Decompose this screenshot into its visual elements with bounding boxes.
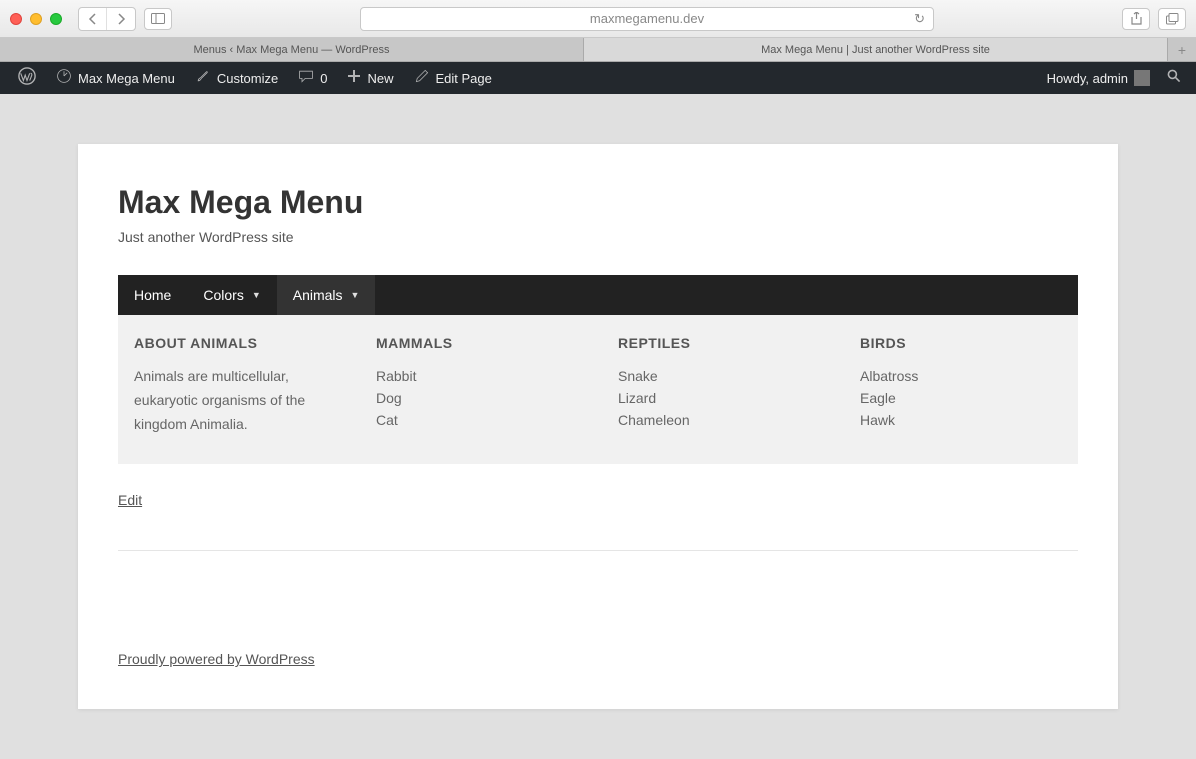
- divider: [118, 550, 1078, 551]
- mega-col-mammals: MAMMALS Rabbit Dog Cat: [376, 335, 578, 436]
- wp-logo-menu[interactable]: [8, 62, 46, 94]
- toolbar-right: [1122, 8, 1186, 30]
- brush-icon: [195, 68, 211, 89]
- back-button[interactable]: [79, 8, 107, 30]
- mega-link[interactable]: Eagle: [860, 387, 1062, 409]
- maximize-window-button[interactable]: [50, 13, 62, 25]
- share-button[interactable]: [1122, 8, 1150, 30]
- customize-label: Customize: [217, 71, 278, 86]
- dashboard-icon: [56, 68, 72, 89]
- mega-link[interactable]: Dog: [376, 387, 578, 409]
- nav-item-colors[interactable]: Colors ▼: [187, 275, 276, 315]
- new-tab-button[interactable]: +: [1168, 38, 1196, 61]
- account-menu[interactable]: Howdy, admin: [1037, 62, 1160, 94]
- mega-menu-panel: ABOUT ANIMALS Animals are multicellular,…: [118, 315, 1078, 464]
- wp-bar-right: Howdy, admin: [1037, 62, 1188, 94]
- mega-link[interactable]: Chameleon: [618, 409, 820, 431]
- url-text: maxmegamenu.dev: [590, 11, 704, 26]
- edit-page-menu[interactable]: Edit Page: [404, 62, 502, 94]
- browser-toolbar: maxmegamenu.dev ↻: [0, 0, 1196, 38]
- nav-item-animals[interactable]: Animals ▼: [277, 275, 376, 315]
- mega-link[interactable]: Cat: [376, 409, 578, 431]
- url-bar[interactable]: maxmegamenu.dev ↻: [360, 7, 934, 31]
- window-controls: [10, 13, 62, 25]
- howdy-label: Howdy, admin: [1047, 71, 1128, 86]
- wp-bar-left: Max Mega Menu Customize 0 New Edit Page: [8, 62, 502, 94]
- customize-menu[interactable]: Customize: [185, 62, 288, 94]
- tab-title: Menus ‹ Max Mega Menu — WordPress: [193, 44, 389, 56]
- site-name-menu[interactable]: Max Mega Menu: [46, 62, 185, 94]
- browser-tab-strip: Menus ‹ Max Mega Menu — WordPress Max Me…: [0, 38, 1196, 62]
- page-body: Max Mega Menu Just another WordPress sit…: [0, 94, 1196, 759]
- chevron-down-icon: ▼: [252, 290, 261, 300]
- nav-label: Animals: [293, 287, 343, 303]
- mega-col-birds: BIRDS Albatross Eagle Hawk: [860, 335, 1062, 436]
- close-window-button[interactable]: [10, 13, 22, 25]
- mega-col-reptiles: REPTILES Snake Lizard Chameleon: [618, 335, 820, 436]
- new-label: New: [367, 71, 393, 86]
- edit-page-label: Edit Page: [436, 71, 492, 86]
- mega-col-about: ABOUT ANIMALS Animals are multicellular,…: [134, 335, 336, 436]
- nav-label: Colors: [203, 287, 243, 303]
- new-content-menu[interactable]: New: [337, 62, 403, 94]
- mega-heading: BIRDS: [860, 335, 1062, 351]
- site-name-label: Max Mega Menu: [78, 71, 175, 86]
- mega-heading: MAMMALS: [376, 335, 578, 351]
- site-container: Max Mega Menu Just another WordPress sit…: [78, 144, 1118, 709]
- footer-credit-link[interactable]: Proudly powered by WordPress: [118, 651, 315, 667]
- plus-icon: [347, 69, 361, 88]
- comments-count: 0: [320, 71, 327, 86]
- pencil-icon: [414, 68, 430, 89]
- search-icon: [1166, 68, 1182, 89]
- wp-admin-bar: Max Mega Menu Customize 0 New Edit Page: [0, 62, 1196, 94]
- chevron-down-icon: ▼: [351, 290, 360, 300]
- mega-link[interactable]: Lizard: [618, 387, 820, 409]
- search-toggle[interactable]: [1160, 62, 1188, 94]
- mega-link[interactable]: Snake: [618, 365, 820, 387]
- browser-tab-0[interactable]: Menus ‹ Max Mega Menu — WordPress: [0, 38, 584, 61]
- comment-icon: [298, 68, 314, 89]
- mega-heading: REPTILES: [618, 335, 820, 351]
- tab-title: Max Mega Menu | Just another WordPress s…: [761, 44, 990, 56]
- comments-menu[interactable]: 0: [288, 62, 337, 94]
- site-title[interactable]: Max Mega Menu: [118, 184, 1078, 221]
- edit-link[interactable]: Edit: [118, 492, 142, 508]
- avatar: [1134, 70, 1150, 86]
- wordpress-icon: [18, 67, 36, 90]
- nav-item-home[interactable]: Home: [118, 275, 187, 315]
- primary-nav: Home Colors ▼ Animals ▼: [118, 275, 1078, 315]
- reload-icon[interactable]: ↻: [914, 11, 925, 27]
- mega-text: Animals are multicellular, eukaryotic or…: [134, 365, 336, 436]
- sidebar-toggle-button[interactable]: [144, 8, 172, 30]
- mega-link[interactable]: Rabbit: [376, 365, 578, 387]
- mega-link[interactable]: Albatross: [860, 365, 1062, 387]
- forward-button[interactable]: [107, 8, 135, 30]
- nav-label: Home: [134, 287, 171, 303]
- mega-link[interactable]: Hawk: [860, 409, 1062, 431]
- nav-buttons-group: [78, 7, 136, 31]
- browser-tab-1[interactable]: Max Mega Menu | Just another WordPress s…: [584, 38, 1168, 61]
- minimize-window-button[interactable]: [30, 13, 42, 25]
- mega-heading: ABOUT ANIMALS: [134, 335, 336, 351]
- site-tagline: Just another WordPress site: [118, 229, 1078, 245]
- tabs-button[interactable]: [1158, 8, 1186, 30]
